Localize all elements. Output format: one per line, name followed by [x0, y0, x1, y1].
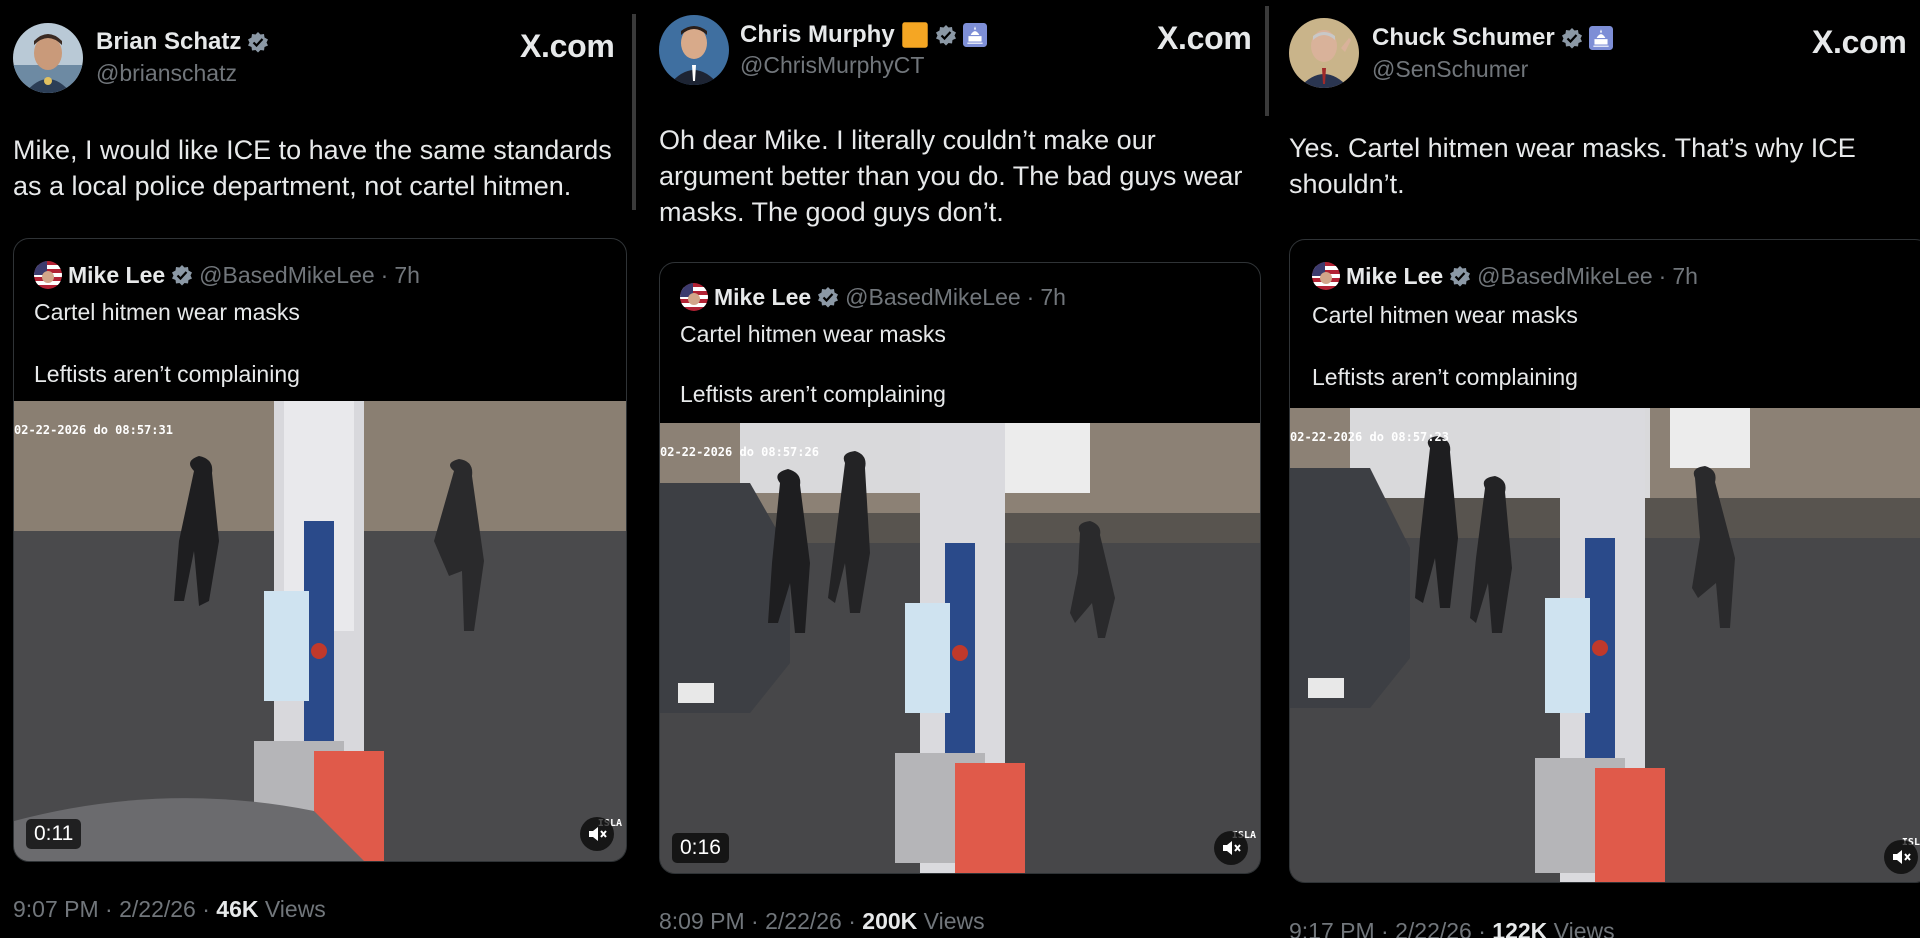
author-row: Brian Schatz: [96, 28, 269, 56]
verified-icon: [1561, 28, 1582, 49]
x-source-label: X.com: [520, 28, 615, 64]
video-duration: 0:16: [672, 833, 729, 863]
quoted-separator: ·: [1658, 262, 1667, 289]
author-handle[interactable]: @SenSchumer: [1372, 56, 1528, 83]
post-meta: 9:17 PM · 2/22/26 · 122K Views: [1289, 918, 1615, 938]
author-handle[interactable]: @ChrisMurphyCT: [740, 52, 924, 79]
quoted-post[interactable]: Mike Lee @BasedMikeLee · 7h Cartel hitme…: [659, 262, 1261, 874]
post-chuck-schumer: Chuck Schumer @SenSchumer X.com Yes. Car…: [1276, 0, 1920, 938]
post-chris-murphy: Chris Murphy @ChrisMurphyCT X.com Oh dea…: [645, 0, 1265, 938]
quoted-author-name[interactable]: Mike Lee: [68, 262, 165, 289]
video-frame: [1290, 408, 1920, 882]
quoted-time[interactable]: 7h: [1672, 263, 1698, 290]
quoted-author-name[interactable]: Mike Lee: [714, 284, 811, 311]
post-brian-schatz: Brian Schatz @brianschatz X.com Mike, I …: [0, 0, 632, 938]
video-frame: [660, 423, 1260, 873]
quoted-text-line1: Cartel hitmen wear masks: [34, 299, 300, 325]
video-duration: 0:11: [26, 819, 82, 849]
quoted-text-line1: Cartel hitmen wear masks: [1312, 302, 1578, 328]
views-label: Views: [264, 896, 326, 922]
quoted-author-handle[interactable]: @BasedMikeLee: [199, 262, 375, 289]
x-source-label: X.com: [1812, 24, 1907, 60]
quoted-post[interactable]: Mike Lee @BasedMikeLee · 7h Cartel hitme…: [1289, 239, 1920, 883]
verified-icon: [935, 25, 956, 46]
view-count: 122K: [1492, 918, 1548, 938]
video-timestamp-overlay: 02-22-2026 do 08:57:23: [1290, 430, 1449, 444]
post-text: Oh dear Mike. I literally couldn’t make …: [659, 125, 1243, 227]
verified-icon: [248, 32, 269, 53]
quoted-text-line2: Leftists aren’t complaining: [34, 361, 300, 387]
mute-icon[interactable]: [580, 817, 614, 851]
avatar-chuck-schumer[interactable]: [1289, 18, 1359, 88]
mute-icon[interactable]: [1884, 840, 1918, 874]
quoted-header: Mike Lee @BasedMikeLee · 7h: [34, 261, 420, 289]
view-count: 200K: [862, 908, 918, 934]
quoted-author-handle[interactable]: @BasedMikeLee: [1477, 263, 1653, 290]
author-handle[interactable]: @brianschatz: [96, 60, 237, 87]
avatar-brian-schatz[interactable]: [13, 23, 83, 93]
quoted-author-name[interactable]: Mike Lee: [1346, 263, 1443, 290]
quoted-header: Mike Lee @BasedMikeLee · 7h: [1312, 262, 1698, 290]
author-row: Chuck Schumer: [1372, 24, 1613, 52]
video-timestamp-overlay: 02-22-2026 do 08:57:26: [660, 445, 819, 459]
quoted-time[interactable]: 7h: [1040, 284, 1066, 311]
mute-icon[interactable]: [1214, 831, 1248, 865]
orange-square-emoji: [901, 22, 928, 48]
author-name[interactable]: Brian Schatz: [96, 28, 241, 56]
video-timestamp-overlay: 02-22-2026 do 08:57:31: [14, 423, 173, 437]
quoted-time[interactable]: 7h: [394, 262, 420, 289]
post-text: Mike, I would like ICE to have the same …: [13, 135, 612, 201]
video-player[interactable]: 02-22-2026 do 08:57:31 ISLA 0:11: [14, 401, 626, 861]
author-row: Chris Murphy: [740, 21, 987, 49]
post-timestamp[interactable]: 9:17 PM · 2/22/26 ·: [1289, 918, 1486, 938]
post-meta: 8:09 PM · 2/22/26 · 200K Views: [659, 908, 985, 935]
quoted-text-line2: Leftists aren’t complaining: [1312, 364, 1578, 390]
view-count: 46K: [216, 896, 259, 922]
quoted-author-handle[interactable]: @BasedMikeLee: [845, 284, 1021, 311]
video-frame: [14, 401, 626, 861]
verified-icon: [172, 265, 193, 286]
quoted-separator: ·: [380, 261, 389, 288]
quoted-avatar[interactable]: [1312, 262, 1340, 290]
column-divider: [632, 14, 636, 210]
quoted-avatar[interactable]: [34, 261, 62, 289]
post-meta: 9:07 PM · 2/22/26 · 46K Views: [13, 896, 326, 923]
post-timestamp[interactable]: 9:07 PM · 2/22/26 ·: [13, 896, 210, 922]
capitol-icon: [962, 23, 987, 47]
quoted-post[interactable]: Mike Lee @BasedMikeLee · 7h Cartel hitme…: [13, 238, 627, 862]
verified-icon: [818, 287, 839, 308]
video-player[interactable]: 02-22-2026 do 08:57:23 ISLA: [1290, 408, 1920, 882]
author-name[interactable]: Chuck Schumer: [1372, 24, 1555, 52]
quoted-header: Mike Lee @BasedMikeLee · 7h: [680, 283, 1066, 311]
capitol-icon: [1588, 26, 1613, 50]
views-label: Views: [1553, 918, 1615, 938]
x-source-label: X.com: [1157, 20, 1252, 56]
quoted-text-line1: Cartel hitmen wear masks: [680, 321, 946, 347]
views-label: Views: [923, 908, 985, 934]
quoted-separator: ·: [1026, 283, 1035, 310]
column-divider: [1265, 6, 1269, 116]
post-text: Yes. Cartel hitmen wear masks. That’s wh…: [1289, 133, 1856, 199]
quoted-avatar[interactable]: [680, 283, 708, 311]
video-player[interactable]: 02-22-2026 do 08:57:26 ISLA 0:16: [660, 423, 1260, 873]
verified-icon: [1450, 266, 1471, 287]
post-timestamp[interactable]: 8:09 PM · 2/22/26 ·: [659, 908, 856, 934]
quoted-text-line2: Leftists aren’t complaining: [680, 381, 946, 407]
avatar-chris-murphy[interactable]: [659, 15, 729, 85]
author-name[interactable]: Chris Murphy: [740, 21, 895, 49]
